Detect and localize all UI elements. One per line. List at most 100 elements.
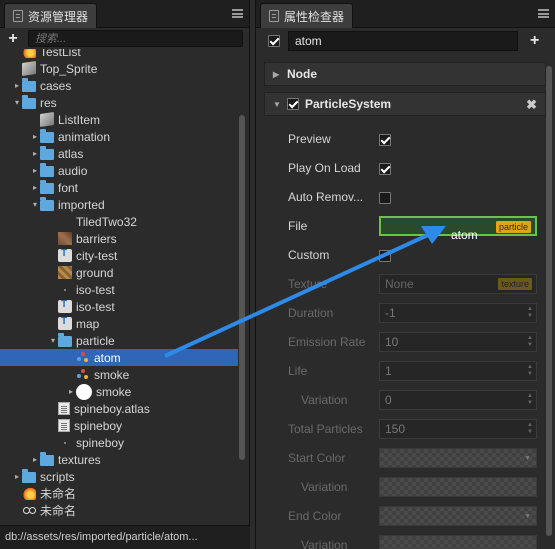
collapsed-arrow-icon[interactable]: ▸ [12,81,22,90]
tree-asset-item[interactable]: smoke [0,366,238,383]
collapsed-arrow-icon[interactable]: ▸ [66,387,76,396]
tree-asset-item[interactable]: ▸ smoke [0,383,238,400]
collapsed-arrow-icon[interactable]: ▸ [30,455,40,464]
inspector-tabbar: 属性检查器 [256,0,555,28]
dropdown-arrow-icon: ▼ [524,513,531,520]
stepper-icon[interactable]: ▲ ▼ [526,393,534,407]
tree-folder-item[interactable]: ▸ textures [0,451,238,468]
tree-asset-item[interactable]: TiledTwo32 [0,213,238,230]
duration-input[interactable]: -1 ▲ ▼ [379,303,537,323]
assets-search-input[interactable] [28,30,243,47]
tree-folder-item[interactable]: ▸ atlas [0,145,238,162]
collapsed-arrow-icon[interactable]: ▸ [12,472,22,481]
remove-component-icon[interactable]: ✖ [526,97,537,113]
texture-asset-field[interactable]: None texture [379,274,537,294]
folder-icon [40,180,54,194]
cube-icon [40,112,54,127]
node-active-checkbox[interactable] [268,35,280,47]
collapsed-arrow-icon[interactable]: ▸ [30,149,40,158]
component-enabled-checkbox[interactable] [287,98,299,110]
expanded-arrow-icon[interactable]: ▾ [48,336,58,345]
custom-checkbox[interactable] [379,250,391,262]
prop-end-color: End Color ▼ [264,503,546,529]
auto-remove-checkbox[interactable] [379,192,391,204]
cube-icon [22,61,36,76]
prop-label: Preview [288,132,331,146]
tab-inspector[interactable]: 属性检查器 [260,3,354,28]
tree-asset-item[interactable]: atom [0,349,238,366]
expanded-arrow-icon[interactable]: ▾ [12,98,22,107]
node-name-input[interactable] [288,31,518,51]
assets-tree: TestList Top_Sprite ▸ cases ▾ res ListItem ▸ ani… [0,49,238,523]
stepper-icon[interactable]: ▲ ▼ [526,306,534,320]
tree-folder-item[interactable]: ▾ particle [0,332,238,349]
assets-scrollbar[interactable] [239,115,245,460]
prop-custom: Custom [264,242,546,268]
texture-asset-value: None [385,277,414,291]
prop-duration: Duration -1 ▲ ▼ [264,300,546,326]
play-on-load-checkbox[interactable] [379,163,391,175]
drag-ghost-label: atom [451,228,478,242]
node-section-header[interactable]: ▶ Node [264,62,546,86]
create-asset-button[interactable]: + [6,30,20,47]
tree-asset-item[interactable]: ListItem [0,111,238,128]
life-value: 1 [385,364,392,378]
tree-asset-item[interactable]: TestList [0,49,238,60]
collapsed-arrow-icon[interactable]: ▸ [30,183,40,192]
tree-item-label: iso-test [76,282,115,297]
tree-asset-item[interactable]: spineboy [0,417,238,434]
prop-label: Variation [301,538,348,549]
tab-assets[interactable]: 资源管理器 [4,3,98,28]
preview-checkbox[interactable] [379,134,391,146]
end-color-picker[interactable]: ▼ [379,506,537,526]
prop-label: Variation [301,480,348,494]
assets-menu-icon[interactable] [232,9,243,18]
add-component-button[interactable]: + [530,32,539,50]
prop-life: Life 1 ▲ ▼ [264,358,546,384]
tree-folder-item[interactable]: ▸ scripts [0,468,238,485]
tree-asset-item[interactable]: iso-test [0,281,238,298]
prop-label: Custom [288,248,330,262]
tree-asset-item[interactable]: Top_Sprite [0,60,238,77]
collapsed-arrow-icon[interactable]: ▸ [30,132,40,141]
tree-folder-item[interactable]: ▸ cases [0,77,238,94]
total-particles-input[interactable]: 150 ▲ ▼ [379,419,537,439]
emission-rate-input[interactable]: 10 ▲ ▼ [379,332,537,352]
tree-asset-item[interactable]: spineboy.atlas [0,400,238,417]
tree-folder-item[interactable]: ▾ res [0,94,238,111]
prop-preview: Preview [264,126,546,152]
inspector-scrollbar[interactable] [546,66,552,536]
particlesystem-section-header[interactable]: ▼ ParticleSystem ✖ [264,92,546,116]
assets-panel: 资源管理器 + TestList Top_Sprite ▸ cases ▾ resList… [0,0,250,549]
tree-folder-item[interactable]: ▾ imported [0,196,238,213]
tree-folder-item[interactable]: ▸ font [0,179,238,196]
stepper-icon[interactable]: ▲ ▼ [526,335,534,349]
tree-asset-item[interactable]: iso-test [0,298,238,315]
expanded-arrow-icon[interactable]: ▾ [30,200,40,209]
collapsed-arrow-icon[interactable]: ▸ [30,166,40,175]
life-variation-value: 0 [385,393,392,407]
inspector-menu-icon[interactable] [538,9,549,18]
tree-folder-item[interactable]: ▸ audio [0,162,238,179]
tree-asset-item[interactable]: ground [0,264,238,281]
tree-asset-item[interactable]: 未命名 [0,485,238,502]
life-variation-input[interactable]: 0 ▲ ▼ [379,390,537,410]
tree-item-label: spineboy [76,435,125,450]
tree-asset-item[interactable]: 未命名 [0,502,238,519]
tree-item-label: Top_Sprite [40,61,98,76]
tree-item-label: TestList [40,49,81,59]
expand-arrow-icon: ▼ [273,99,281,109]
stepper-icon[interactable]: ▲ ▼ [526,364,534,378]
tree-asset-item[interactable]: map [0,315,238,332]
tree-asset-item[interactable]: spineboy [0,434,238,451]
stepper-icon[interactable]: ▲ ▼ [526,422,534,436]
prop-start-color-variation: Variation [264,474,546,500]
tree-folder-item[interactable]: ▸ animation [0,128,238,145]
life-input[interactable]: 1 ▲ ▼ [379,361,537,381]
end-color-variation-picker[interactable] [379,535,537,549]
tree-asset-item[interactable]: city-test [0,247,238,264]
start-color-variation-picker[interactable] [379,477,537,497]
folder-icon [40,129,54,143]
start-color-picker[interactable]: ▼ [379,448,537,468]
tree-asset-item[interactable]: barriers [0,230,238,247]
